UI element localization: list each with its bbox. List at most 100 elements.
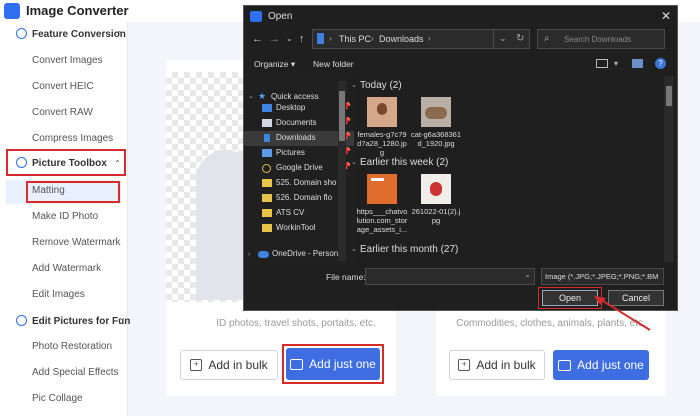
- sidebar-item-photo-restoration[interactable]: Photo Restoration: [32, 341, 112, 352]
- file-list-scrollbar[interactable]: [664, 76, 674, 262]
- app-logo-icon: [4, 3, 20, 19]
- nav-scrollbar[interactable]: [338, 81, 346, 261]
- expand-icon[interactable]: ›: [248, 251, 250, 258]
- downloads-icon: [264, 134, 270, 142]
- file-thumbnail: [421, 174, 451, 204]
- annotation-arrow-icon: [594, 296, 651, 331]
- chevron-up-icon[interactable]: ⌃: [117, 317, 124, 326]
- feature-conversion-icon: [16, 28, 27, 39]
- folder-icon: [262, 224, 272, 232]
- edit-fun-icon: [16, 315, 27, 326]
- organize-button[interactable]: Organize ▾: [254, 59, 295, 70]
- collapse-icon[interactable]: ⌄: [351, 158, 357, 166]
- address-actions: ⌄ ↻: [493, 29, 530, 49]
- recent-dropdown-icon[interactable]: ⌄: [286, 34, 293, 43]
- app-logo-icon: [250, 11, 262, 22]
- add-just-one-label: Add just one: [309, 357, 376, 371]
- nav-onedrive[interactable]: OneDrive - Person: [272, 249, 338, 258]
- close-icon[interactable]: ✕: [661, 9, 671, 23]
- chevron-up-icon[interactable]: ⌃: [114, 159, 121, 168]
- folder-icon: [262, 209, 272, 217]
- expand-icon[interactable]: ⌄: [248, 92, 254, 100]
- sidebar-item-pic-collage[interactable]: Pic Collage: [32, 393, 83, 404]
- file-name: cat-g6a368361d_1920.jpg: [410, 130, 462, 148]
- dialog-title: Open: [268, 11, 293, 22]
- chevron-up-icon[interactable]: ⌃: [116, 30, 123, 39]
- breadcrumb-downloads[interactable]: Downloads: [379, 34, 424, 44]
- add-icon: +: [190, 359, 203, 371]
- group-today[interactable]: Today (2): [360, 80, 402, 91]
- sidebar-item-remove-watermark[interactable]: Remove Watermark: [32, 237, 121, 248]
- search-icon: ⌕: [544, 33, 550, 44]
- sidebar-section-feature-conversion[interactable]: Feature Conversion: [32, 29, 126, 40]
- sidebar-item-convert-raw[interactable]: Convert RAW: [32, 107, 93, 118]
- sidebar-item-convert-images[interactable]: Convert Images: [32, 55, 103, 66]
- onedrive-icon: [258, 251, 269, 258]
- file-thumbnail: [367, 174, 397, 204]
- card-people-caption: ID photos, travel shots, portaits, etc.: [216, 318, 376, 329]
- organize-label: Organize: [254, 59, 289, 69]
- file-name: https___chatvolution.com_storage_assets_…: [356, 207, 408, 234]
- sidebar-item-add-special-effects[interactable]: Add Special Effects: [32, 367, 119, 378]
- up-icon[interactable]: ↑: [299, 33, 305, 45]
- add-icon: +: [458, 359, 471, 371]
- add-just-one-button-2[interactable]: Add just one: [553, 350, 649, 380]
- add-in-bulk-label: Add in bulk: [208, 358, 268, 372]
- chevron-down-icon[interactable]: ⌄: [499, 33, 507, 44]
- folder-icon: [262, 179, 272, 187]
- google-drive-icon: [262, 164, 271, 173]
- image-icon: [558, 359, 572, 371]
- sidebar-item-matting[interactable]: Matting: [32, 185, 65, 196]
- help-icon[interactable]: ?: [655, 58, 666, 69]
- navigation-pane: ⌄ ★ Quick access Desktop 📌 Documents 📌 D…: [244, 76, 354, 266]
- file-type-select[interactable]: Image (*.JPG;*.JPEG;*.PNG;*.BM: [541, 268, 664, 285]
- nav-quick-access[interactable]: Quick access: [271, 92, 319, 101]
- download-folder-icon: [317, 33, 324, 44]
- add-just-one-button[interactable]: Add just one: [286, 348, 380, 380]
- group-earlier-this-week[interactable]: Earlier this week (2): [360, 157, 448, 168]
- file-name-input[interactable]: ⌄: [365, 268, 535, 285]
- file-name: females-g7c79d7a28_1280.jpg: [357, 130, 407, 157]
- collapse-icon[interactable]: ⌄: [351, 81, 357, 89]
- group-earlier-this-month[interactable]: Earlier this month (27): [360, 244, 458, 255]
- collapse-icon[interactable]: ⌄: [351, 245, 357, 253]
- chevron-down-icon[interactable]: ▾: [614, 59, 618, 68]
- desktop-icon: [262, 104, 272, 112]
- chevron-down-icon[interactable]: ⌄: [524, 270, 531, 279]
- file-name-label: File name:: [326, 272, 366, 282]
- chevron-right-icon: ›: [329, 34, 332, 43]
- file-type-value: Image (*.JPG;*.JPEG;*.PNG;*.BM: [545, 272, 659, 281]
- refresh-icon[interactable]: ↻: [516, 33, 524, 44]
- preview-pane-icon[interactable]: [632, 59, 643, 68]
- add-in-bulk-button[interactable]: + Add in bulk: [180, 350, 278, 380]
- app-title: Image Converter: [26, 3, 129, 18]
- chevron-right-icon: ›: [428, 34, 431, 43]
- sidebar-section-edit-pictures-for-fun[interactable]: Edit Pictures for Fun: [32, 316, 130, 327]
- add-in-bulk-button-2[interactable]: + Add in bulk: [449, 350, 545, 380]
- image-icon: [290, 358, 304, 370]
- sidebar-item-edit-images[interactable]: Edit Images: [32, 289, 85, 300]
- add-in-bulk-label: Add in bulk: [476, 358, 536, 372]
- folder-icon: [262, 194, 272, 202]
- documents-icon: [262, 119, 272, 127]
- picture-toolbox-icon: [16, 157, 27, 168]
- back-icon[interactable]: ←: [252, 33, 263, 45]
- pictures-icon: [262, 149, 272, 157]
- forward-icon[interactable]: →: [269, 33, 280, 45]
- add-just-one-label: Add just one: [577, 358, 644, 372]
- search-placeholder: Search Downloads: [564, 35, 632, 44]
- new-folder-button[interactable]: New folder: [313, 59, 354, 69]
- sidebar-item-make-id-photo[interactable]: Make ID Photo: [32, 211, 98, 222]
- sidebar-section-picture-toolbox[interactable]: Picture Toolbox: [32, 158, 107, 169]
- view-options-icon[interactable]: [596, 59, 608, 68]
- open-file-dialog: Open ✕ ← → ⌄ ↑ › This PC › Downloads › ⌄…: [243, 5, 678, 311]
- search-input[interactable]: ⌕ Search Downloads: [537, 29, 665, 49]
- chevron-right-icon: ›: [371, 34, 374, 43]
- file-thumbnail: [367, 97, 397, 127]
- sidebar-item-compress-images[interactable]: Compress Images: [32, 133, 113, 144]
- file-name: 261022-01(2).jpg: [411, 207, 461, 225]
- sidebar-item-convert-heic[interactable]: Convert HEIC: [32, 81, 94, 92]
- file-thumbnail: [421, 97, 451, 127]
- sidebar-item-add-watermark[interactable]: Add Watermark: [32, 263, 101, 274]
- breadcrumb-this-pc[interactable]: This PC: [339, 34, 371, 44]
